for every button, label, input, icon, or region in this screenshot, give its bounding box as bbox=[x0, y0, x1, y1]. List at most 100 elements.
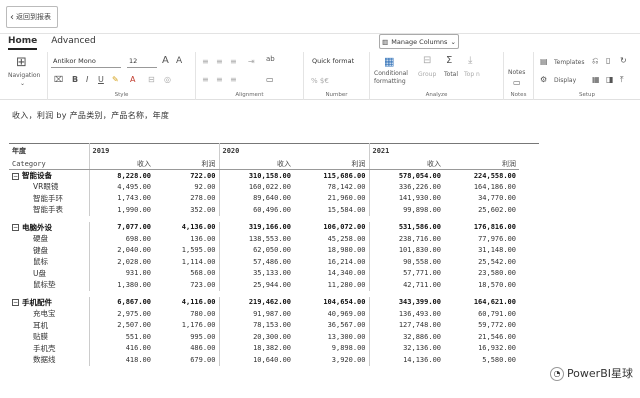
navigation-label: Navigation bbox=[8, 72, 41, 79]
value-cell: 34,770.00 bbox=[478, 194, 516, 203]
style-group: Antikor Mono 12 A A ⌧ B I U ✎ A ⊟ ◎ Styl… bbox=[48, 52, 196, 100]
templates-label[interactable]: Templates bbox=[554, 59, 585, 66]
font-size-select[interactable]: 12 bbox=[127, 57, 157, 68]
tab-home[interactable]: Home bbox=[8, 36, 38, 50]
alignment-group: ≡ ≡ ≡ ⇥ ab ≡ ≡ ≡ ▭ Alignment bbox=[196, 52, 304, 100]
indent-icon[interactable]: ⇥ bbox=[248, 58, 255, 66]
decrease-font-icon[interactable]: A bbox=[176, 57, 182, 66]
align-left-icon[interactable]: ≡ bbox=[202, 58, 209, 66]
align-top-icon[interactable]: ≡ bbox=[202, 76, 209, 84]
product-row: 鼠标垫 1,380.00 723.00 25,944.00 11,280.00 42,71… bbox=[9, 279, 519, 291]
matrix-table: 年度 2019 2020 2021 Category 收入 利润 收入 利润 收入 利润 − 智能设备 8… bbox=[9, 143, 519, 366]
category-row: − 手机配件 6,867.00 4,116.00 219,462.00 104,654.0… bbox=[9, 296, 519, 309]
measure-header[interactable]: 收入 bbox=[368, 158, 444, 170]
bold-icon[interactable]: B bbox=[72, 76, 78, 84]
product-row: 鼠标 2,028.00 1,114.00 57,486.00 16,214.00 90,5… bbox=[9, 256, 519, 268]
measure-header[interactable]: 利润 bbox=[294, 158, 369, 170]
alignment-group-label: Alignment bbox=[235, 92, 264, 98]
value-cell: 13,300.00 bbox=[327, 332, 366, 341]
conditional-formatting-icon[interactable]: ▦ bbox=[384, 56, 394, 67]
value-cell: 89,640.00 bbox=[218, 192, 294, 204]
border-icon[interactable]: ⊟ bbox=[148, 76, 155, 84]
category-label[interactable]: − 智能设备 bbox=[9, 170, 89, 182]
style-group-label: Style bbox=[114, 92, 129, 98]
align-right-icon[interactable]: ≡ bbox=[230, 58, 237, 66]
collapse-icon[interactable]: − bbox=[12, 172, 19, 180]
font-name-select[interactable]: Antikor Mono bbox=[51, 57, 121, 68]
category-header: Category bbox=[9, 158, 89, 170]
value-cell: 2,040.00 bbox=[88, 244, 154, 256]
product-name: 数据线 bbox=[33, 355, 56, 365]
align-bottom-icon[interactable]: ≡ bbox=[230, 76, 237, 84]
font-color-icon[interactable]: A bbox=[130, 76, 135, 84]
collapse-icon[interactable]: − bbox=[12, 299, 19, 307]
highlight-icon[interactable]: ✎ bbox=[112, 76, 119, 84]
measure-header[interactable]: 利润 bbox=[444, 158, 519, 170]
value-cell: 60,791.00 bbox=[478, 309, 516, 318]
navigation-icon[interactable]: ⊞ bbox=[16, 56, 27, 69]
text-wrap-icon[interactable]: ab bbox=[266, 56, 275, 63]
total-label[interactable]: Total bbox=[444, 71, 458, 78]
value-cell: 2,507.00 bbox=[88, 319, 154, 331]
visibility-icon[interactable]: ◎ bbox=[164, 76, 171, 84]
align-center-icon[interactable]: ≡ bbox=[216, 58, 223, 66]
value-cell: 18,980.00 bbox=[327, 246, 366, 255]
value-cell: 219,462.00 bbox=[218, 296, 294, 308]
format-painter-icon[interactable]: ⌧ bbox=[54, 76, 63, 84]
value-cell: 16,932.00 bbox=[478, 344, 516, 353]
align-middle-icon[interactable]: ≡ bbox=[216, 76, 223, 84]
top-bar: ‹ 返回到报表 bbox=[0, 0, 640, 34]
note-icon[interactable]: ▭ bbox=[513, 79, 521, 87]
grid-icon[interactable]: ▦ bbox=[592, 76, 600, 84]
conditional-formatting-label[interactable]: Conditional formatting bbox=[374, 70, 414, 86]
year-header-2019[interactable]: 2019 bbox=[88, 143, 219, 158]
product-row: 智能手环 1,743.00 278.00 89,640.00 21,960.00 141,… bbox=[9, 192, 519, 204]
topn-icon[interactable]: ⤓ bbox=[468, 56, 472, 66]
layout-icon[interactable]: ◨ bbox=[606, 76, 614, 84]
display-label[interactable]: Display bbox=[554, 77, 576, 84]
collapse-icon[interactable]: − bbox=[12, 224, 19, 232]
manage-columns-button[interactable]: ▥ Manage Columns ⌄ bbox=[379, 34, 459, 49]
gear-icon[interactable]: ⚙ bbox=[540, 76, 547, 84]
value-cell: 418.00 bbox=[88, 354, 154, 366]
year-header-2020[interactable]: 2020 bbox=[218, 143, 369, 158]
total-icon[interactable]: Σ bbox=[446, 56, 452, 66]
ribbon-toolbar: ⊞ Navigation ⌄ Antikor Mono 12 A A ⌧ B I… bbox=[0, 52, 640, 100]
italic-icon[interactable]: I bbox=[86, 76, 88, 84]
export-icon[interactable]: ⤒ bbox=[620, 76, 624, 84]
measure-header[interactable]: 收入 bbox=[218, 158, 294, 170]
value-cell: 343,399.00 bbox=[368, 296, 444, 308]
value-cell: 40,969.00 bbox=[327, 309, 366, 318]
group-icon[interactable]: ⊟ bbox=[423, 56, 431, 66]
cell-size-icon[interactable]: ▭ bbox=[266, 76, 274, 84]
value-cell: 32,136.00 bbox=[368, 342, 444, 354]
value-cell: 57,486.00 bbox=[218, 256, 294, 268]
number-symbols[interactable]: % $€ bbox=[311, 77, 329, 85]
quick-format-select[interactable]: Quick format bbox=[310, 57, 366, 68]
measure-header[interactable]: 利润 bbox=[154, 158, 219, 170]
templates-icon[interactable]: ▤ bbox=[540, 58, 548, 66]
category-label[interactable]: − 电脑外设 bbox=[9, 222, 89, 234]
year-header-2021[interactable]: 2021 bbox=[368, 143, 519, 158]
group-label[interactable]: Group bbox=[418, 71, 436, 78]
value-cell: 21,546.00 bbox=[478, 332, 516, 341]
analyze-group: ▦ Conditional formatting ⊟ Group Σ Total… bbox=[370, 52, 504, 100]
underline-icon[interactable]: U bbox=[98, 76, 104, 84]
value-cell: 310,158.00 bbox=[218, 169, 294, 181]
undo-icon[interactable]: ⎌ bbox=[592, 57, 598, 65]
topn-label[interactable]: Top n bbox=[464, 71, 480, 78]
value-cell: 8,228.00 bbox=[88, 169, 154, 181]
increase-font-icon[interactable]: A bbox=[162, 56, 169, 66]
product-name: 贴膜 bbox=[33, 332, 48, 342]
value-cell: 4,136.00 bbox=[181, 223, 216, 232]
category-label[interactable]: − 手机配件 bbox=[9, 297, 89, 309]
measure-header[interactable]: 收入 bbox=[88, 158, 154, 170]
tab-advanced[interactable]: Advanced bbox=[51, 36, 95, 50]
chevron-down-icon[interactable]: ⌄ bbox=[20, 80, 25, 87]
back-to-report-button[interactable]: ‹ 返回到报表 bbox=[6, 6, 58, 28]
redo-icon[interactable]: ↻ bbox=[620, 57, 627, 65]
value-cell: 42,711.00 bbox=[368, 279, 444, 291]
page-icon[interactable]: ▯ bbox=[606, 57, 610, 65]
value-cell: 679.00 bbox=[190, 355, 216, 364]
notes-label[interactable]: Notes bbox=[508, 69, 525, 76]
